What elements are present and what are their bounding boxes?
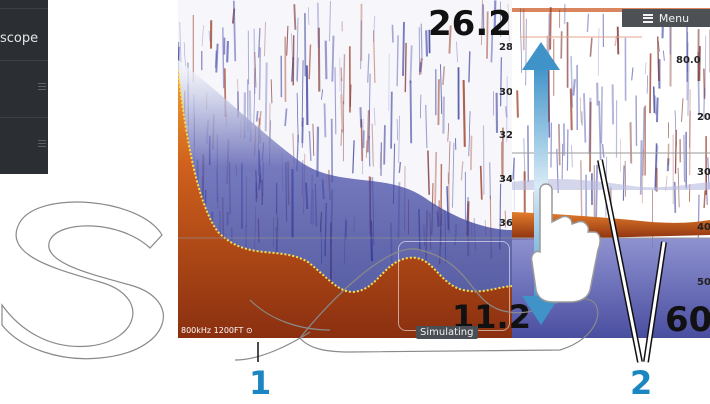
outline-shape <box>1 201 164 360</box>
callout-number-2: 2 <box>630 364 653 402</box>
hand-gesture-icon <box>530 183 601 303</box>
callout-number-1: 1 <box>249 364 272 402</box>
annotation-overlay <box>1 42 667 363</box>
